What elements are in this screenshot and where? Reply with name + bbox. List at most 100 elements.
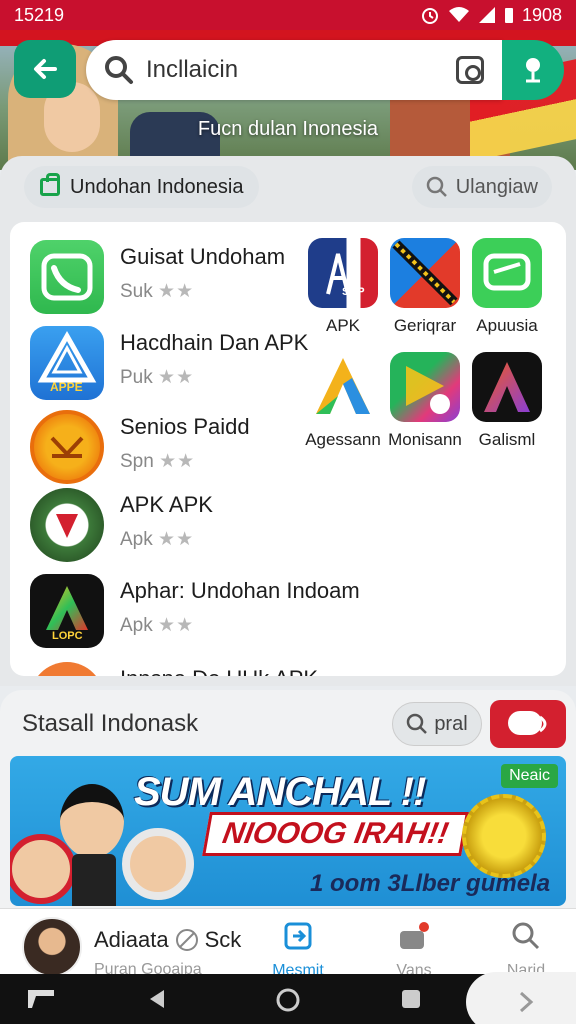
banner-subheadline: NIOOOG IRAH!! bbox=[202, 812, 469, 856]
nav-item-vans[interactable]: Vans bbox=[374, 921, 454, 980]
banner-elder-figure bbox=[122, 828, 194, 900]
a-logo-icon: LOPC bbox=[30, 574, 104, 648]
banner-child-figure bbox=[10, 834, 76, 904]
banner-man-suit bbox=[72, 854, 116, 906]
grid-app-label: Apuusia bbox=[476, 316, 538, 335]
battery-icon bbox=[504, 8, 513, 23]
grid-app-label: Galisml bbox=[478, 430, 536, 449]
app-icon bbox=[30, 662, 104, 676]
list-item[interactable]: Innsna Do UUk APK bbox=[30, 662, 318, 676]
grid-app-apuusia[interactable]: Apuusia bbox=[462, 238, 552, 336]
tower-logo-icon: SAP bbox=[308, 238, 378, 308]
flag-stripe-icon bbox=[390, 238, 460, 308]
grid-app-geriqrar[interactable]: Geriqrar bbox=[380, 238, 470, 336]
category-chip[interactable]: Undohan Indonesia bbox=[24, 166, 260, 208]
grid-app-label: Geriqrar bbox=[393, 316, 457, 335]
arrow-left-icon bbox=[34, 59, 57, 79]
next-fab-button[interactable] bbox=[466, 972, 576, 1024]
search-icon bbox=[105, 56, 133, 84]
featured-section: Stasall Indonask pral SUM ANCHAL !! NIOO… bbox=[0, 690, 576, 910]
chevron-right-icon bbox=[519, 991, 534, 1013]
app-title: Aphar: Undohan Indoam bbox=[120, 578, 360, 603]
play-triangle-icon bbox=[390, 352, 460, 422]
status-time: 15219 bbox=[14, 4, 65, 25]
shopping-bag-icon bbox=[40, 173, 60, 196]
search-icon bbox=[407, 713, 428, 734]
app-icon-badge: APPE bbox=[50, 380, 83, 394]
grid-app-galisml[interactable]: Galisml bbox=[462, 352, 552, 450]
promo-banner[interactable]: SUM ANCHAL !! NIOOOG IRAH!! 1 oom 3Llber… bbox=[10, 756, 566, 906]
app-subtitle: Puk ★★ bbox=[120, 367, 195, 388]
list-item[interactable]: LOPC Aphar: Undohan Indoam Apk ★★ bbox=[30, 574, 360, 648]
app-title: Innsna Do UUk APK bbox=[120, 666, 318, 676]
app-results-sheet: Undohan Indonesia Ulangiaw Guisat Undoha… bbox=[0, 156, 576, 686]
list-item[interactable]: Senios Paidd Spn ★★ bbox=[30, 410, 250, 484]
banner-man-figure bbox=[60, 784, 124, 858]
search-input[interactable]: Incllaicin bbox=[86, 40, 502, 100]
triangle-logo-icon: APPE bbox=[30, 326, 104, 400]
coin-logo-icon bbox=[30, 410, 104, 484]
grid-app-label: Agessann bbox=[305, 430, 381, 449]
share-box-icon bbox=[284, 922, 312, 950]
grid-icon-badge: SAP bbox=[342, 286, 365, 298]
grid-app-monisann[interactable]: Monisann bbox=[380, 352, 470, 450]
camera-lens-icon[interactable] bbox=[456, 56, 484, 84]
app-list-card: Guisat Undoham Suk ★★ APPE Hacdhain Dan … bbox=[10, 222, 566, 676]
status-bar: 15219 1908 bbox=[0, 0, 576, 30]
category-chip-label: Undohan Indonesia bbox=[70, 175, 244, 198]
voice-search-button[interactable] bbox=[502, 40, 564, 100]
app-switch-icon[interactable] bbox=[24, 986, 58, 1012]
section-search-button[interactable]: pral bbox=[392, 702, 482, 746]
recents-square-icon[interactable] bbox=[400, 988, 422, 1010]
nav-item-mesmit[interactable]: Mesmit bbox=[258, 921, 338, 980]
wifi-icon bbox=[448, 7, 469, 22]
phone-app-icon bbox=[30, 240, 104, 314]
chat-icon bbox=[472, 238, 542, 308]
search-query: Incllaicin bbox=[146, 56, 239, 83]
grid-app-label: Monisann bbox=[388, 430, 462, 449]
list-item[interactable]: APPE Hacdhain Dan APK Puk ★★ bbox=[30, 326, 308, 400]
chat-bubble-icon bbox=[508, 711, 547, 735]
a-logo-icon bbox=[308, 352, 378, 422]
app-subtitle: Apk ★★ bbox=[120, 615, 195, 636]
app-icon-badge: LOPC bbox=[52, 630, 83, 642]
grid-app-apk[interactable]: SAP APK bbox=[298, 238, 388, 336]
app-title: Hacdhain Dan APK bbox=[120, 330, 309, 355]
back-triangle-icon[interactable] bbox=[146, 988, 168, 1010]
hero-caption: Fucn dulan Inonesia bbox=[197, 118, 379, 140]
a-logo-icon bbox=[472, 352, 542, 422]
system-navigation-bar bbox=[0, 972, 576, 1024]
search-icon bbox=[426, 176, 447, 197]
user-name: Adiaata Sck bbox=[94, 927, 242, 952]
emblem-icon bbox=[30, 488, 104, 562]
link-icon bbox=[175, 929, 198, 951]
alarm-icon bbox=[421, 8, 438, 24]
search-icon bbox=[512, 922, 540, 950]
section-search-label: pral bbox=[434, 712, 468, 735]
grid-app-agessann[interactable]: Agessann bbox=[298, 352, 388, 450]
bag-icon bbox=[400, 922, 429, 949]
app-subtitle: Suk ★★ bbox=[120, 281, 195, 302]
status-icons: 1908 bbox=[420, 5, 562, 26]
app-title: Senios Paidd bbox=[120, 414, 250, 439]
search-chip-label: Ulangiaw bbox=[455, 175, 538, 198]
mic-icon bbox=[526, 58, 540, 83]
app-subtitle: Spn ★★ bbox=[120, 451, 196, 472]
app-title: Guisat Undoham bbox=[120, 244, 286, 269]
grid-app-label: APK bbox=[325, 316, 361, 335]
back-button[interactable] bbox=[14, 40, 76, 98]
banner-new-badge: Neaic bbox=[501, 764, 558, 788]
signal-icon bbox=[478, 7, 495, 23]
medal-icon bbox=[462, 794, 546, 878]
list-item[interactable]: APK APK Apk ★★ bbox=[30, 488, 213, 562]
app-title: APK APK bbox=[120, 492, 213, 517]
section-title: Stasall Indonask bbox=[22, 710, 199, 737]
battery-level: 1908 bbox=[521, 4, 562, 25]
banner-headline: SUM ANCHAL !! bbox=[134, 770, 426, 814]
list-item[interactable]: Guisat Undoham Suk ★★ bbox=[30, 240, 285, 314]
bottom-navigation: Adiaata Sck Puran Gooaipa Mesmit Vans Na… bbox=[0, 908, 576, 979]
video-button[interactable] bbox=[490, 700, 566, 748]
avatar[interactable] bbox=[22, 917, 82, 977]
home-circle-icon[interactable] bbox=[276, 988, 300, 1012]
search-chip[interactable]: Ulangiaw bbox=[411, 166, 552, 208]
